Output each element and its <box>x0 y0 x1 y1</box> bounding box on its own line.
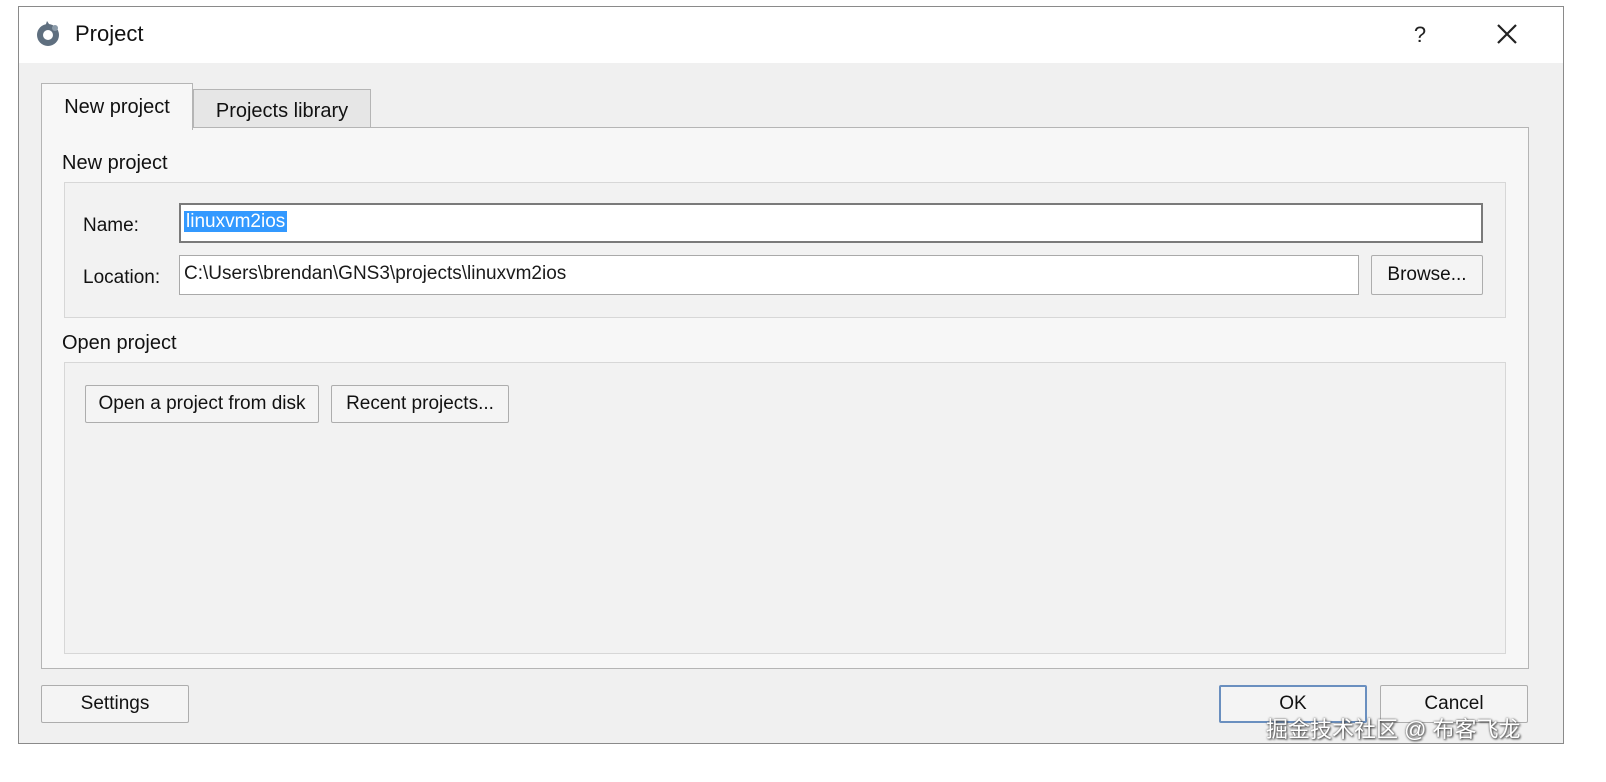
new-project-section-title: New project <box>62 152 168 174</box>
name-input[interactable]: linuxvm2ios <box>179 203 1483 243</box>
open-project-group: Open a project from disk Recent projects… <box>64 362 1506 654</box>
location-label: Location: <box>83 267 161 288</box>
close-button[interactable] <box>1485 17 1529 53</box>
settings-button[interactable]: Settings <box>41 685 189 723</box>
recent-projects-button[interactable]: Recent projects... <box>331 385 509 423</box>
open-project-section-title: Open project <box>62 332 177 354</box>
name-input-value: linuxvm2ios <box>184 211 288 232</box>
window-title: Project <box>75 21 144 46</box>
help-button[interactable]: ? <box>1399 17 1441 53</box>
watermark-text: 掘金技术社区 @ 布客飞龙 <box>1266 717 1521 742</box>
new-project-tab-pane: New project Name: linuxvm2ios Location: … <box>41 127 1529 669</box>
tab-new-project[interactable]: New project <box>41 83 193 130</box>
title-bar: Project ? <box>19 7 1563 63</box>
project-dialog: Project ? New project Projects library N… <box>18 6 1564 744</box>
browse-button[interactable]: Browse... <box>1371 255 1483 295</box>
new-project-group: Name: linuxvm2ios Location: C:\Users\bre… <box>64 182 1506 318</box>
close-icon <box>1497 24 1517 44</box>
gns3-app-icon <box>37 21 59 46</box>
open-project-from-disk-button[interactable]: Open a project from disk <box>85 385 319 423</box>
tab-projects-library[interactable]: Projects library <box>193 89 371 129</box>
location-input[interactable]: C:\Users\brendan\GNS3\projects\linuxvm2i… <box>179 255 1359 295</box>
name-label: Name: <box>83 215 139 236</box>
